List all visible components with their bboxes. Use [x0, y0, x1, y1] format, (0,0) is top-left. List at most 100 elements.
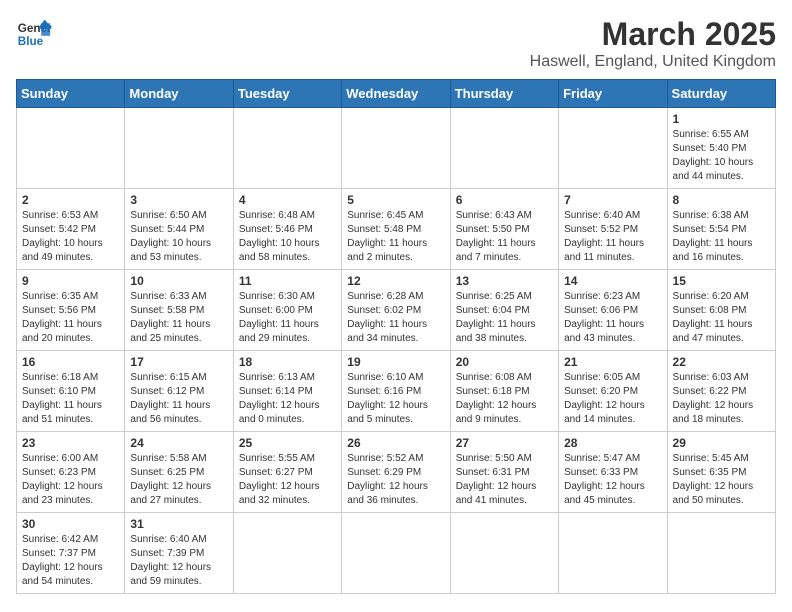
day-info: Sunrise: 6:48 AM Sunset: 5:46 PM Dayligh…	[239, 209, 336, 265]
day-info: Sunrise: 6:03 AM Sunset: 6:22 PM Dayligh…	[673, 371, 770, 427]
calendar-day-cell: 18 Sunrise: 6:13 AM Sunset: 6:14 PM Dayli…	[233, 351, 341, 432]
day-number: 27	[456, 436, 553, 450]
day-number: 4	[239, 193, 336, 207]
day-number: 26	[347, 436, 444, 450]
day-number: 10	[130, 274, 227, 288]
day-info: Sunrise: 5:55 AM Sunset: 6:27 PM Dayligh…	[239, 452, 336, 508]
calendar-day-cell: 31Sunrise: 6:40 AM Sunset: 7:39 PM Dayli…	[125, 513, 233, 594]
calendar-day-cell	[233, 108, 341, 189]
day-info: Sunrise: 6:20 AM Sunset: 6:08 PM Dayligh…	[673, 290, 770, 346]
day-info: Sunrise: 6:10 AM Sunset: 6:16 PM Dayligh…	[347, 371, 444, 427]
day-info: Sunrise: 6:30 AM Sunset: 6:00 PM Dayligh…	[239, 290, 336, 346]
day-info: Sunrise: 6:28 AM Sunset: 6:02 PM Dayligh…	[347, 290, 444, 346]
calendar-day-cell: 5 Sunrise: 6:45 AM Sunset: 5:48 PM Daylig…	[342, 189, 450, 270]
day-number: 14	[564, 274, 661, 288]
day-info: Sunrise: 5:58 AM Sunset: 6:25 PM Dayligh…	[130, 452, 227, 508]
day-info: Sunrise: 5:52 AM Sunset: 6:29 PM Dayligh…	[347, 452, 444, 508]
day-number: 9	[22, 274, 119, 288]
day-info: Sunrise: 6:25 AM Sunset: 6:04 PM Dayligh…	[456, 290, 553, 346]
calendar-day-cell: 24 Sunrise: 5:58 AM Sunset: 6:25 PM Dayli…	[125, 432, 233, 513]
page-header: General Blue March 2025 Haswell, England…	[16, 16, 776, 71]
calendar-table: SundayMondayTuesdayWednesdayThursdayFrid…	[16, 79, 776, 594]
calendar-day-cell: 15Sunrise: 6:20 AM Sunset: 6:08 PM Dayli…	[667, 270, 775, 351]
weekday-header-row: SundayMondayTuesdayWednesdayThursdayFrid…	[17, 80, 776, 108]
day-number: 1	[673, 112, 770, 126]
day-info: Sunrise: 6:13 AM Sunset: 6:14 PM Dayligh…	[239, 371, 336, 427]
calendar-day-cell: 23 Sunrise: 6:00 AM Sunset: 6:23 PM Dayli…	[17, 432, 125, 513]
calendar-day-cell	[233, 513, 341, 594]
logo: General Blue	[16, 16, 52, 52]
day-info: Sunrise: 6:40 AM Sunset: 7:39 PM Dayligh…	[130, 533, 227, 589]
calendar-day-cell: 2Sunrise: 6:53 AM Sunset: 5:42 PM Daylig…	[17, 189, 125, 270]
day-number: 28	[564, 436, 661, 450]
day-info: Sunrise: 6:50 AM Sunset: 5:44 PM Dayligh…	[130, 209, 227, 265]
day-info: Sunrise: 6:55 AM Sunset: 5:40 PM Dayligh…	[673, 128, 770, 184]
calendar-day-cell	[667, 513, 775, 594]
calendar-day-cell: 16 Sunrise: 6:18 AM Sunset: 6:10 PM Dayli…	[17, 351, 125, 432]
day-number: 20	[456, 355, 553, 369]
day-info: Sunrise: 6:05 AM Sunset: 6:20 PM Dayligh…	[564, 371, 661, 427]
day-info: Sunrise: 6:45 AM Sunset: 5:48 PM Dayligh…	[347, 209, 444, 265]
day-number: 12	[347, 274, 444, 288]
day-number: 11	[239, 274, 336, 288]
day-number: 5	[347, 193, 444, 207]
calendar-day-cell	[17, 108, 125, 189]
calendar-day-cell: 19Sunrise: 6:10 AM Sunset: 6:16 PM Dayli…	[342, 351, 450, 432]
day-number: 2	[22, 193, 119, 207]
calendar-day-cell: 28Sunrise: 5:47 AM Sunset: 6:33 PM Dayli…	[559, 432, 667, 513]
calendar-day-cell: 8Sunrise: 6:38 AM Sunset: 5:54 PM Daylig…	[667, 189, 775, 270]
day-info: Sunrise: 6:08 AM Sunset: 6:18 PM Dayligh…	[456, 371, 553, 427]
weekday-header: Tuesday	[233, 80, 341, 108]
calendar-day-cell: 30 Sunrise: 6:42 AM Sunset: 7:37 PM Dayli…	[17, 513, 125, 594]
day-info: Sunrise: 5:45 AM Sunset: 6:35 PM Dayligh…	[673, 452, 770, 508]
day-number: 13	[456, 274, 553, 288]
weekday-header: Saturday	[667, 80, 775, 108]
calendar-day-cell	[450, 513, 558, 594]
weekday-header: Sunday	[17, 80, 125, 108]
calendar-day-cell	[559, 513, 667, 594]
logo-icon: General Blue	[16, 16, 52, 52]
svg-text:Blue: Blue	[18, 35, 44, 48]
title-block: March 2025 Haswell, England, United King…	[530, 16, 776, 71]
day-number: 16	[22, 355, 119, 369]
calendar-day-cell: 4 Sunrise: 6:48 AM Sunset: 5:46 PM Daylig…	[233, 189, 341, 270]
calendar-day-cell: 12 Sunrise: 6:28 AM Sunset: 6:02 PM Dayli…	[342, 270, 450, 351]
calendar-day-cell: 14 Sunrise: 6:23 AM Sunset: 6:06 PM Dayli…	[559, 270, 667, 351]
day-number: 22	[673, 355, 770, 369]
calendar-day-cell: 17 Sunrise: 6:15 AM Sunset: 6:12 PM Dayli…	[125, 351, 233, 432]
calendar-week-row: 23 Sunrise: 6:00 AM Sunset: 6:23 PM Dayli…	[17, 432, 776, 513]
calendar-day-cell: 1 Sunrise: 6:55 AM Sunset: 5:40 PM Daylig…	[667, 108, 775, 189]
calendar-day-cell	[125, 108, 233, 189]
calendar-week-row: 1 Sunrise: 6:55 AM Sunset: 5:40 PM Daylig…	[17, 108, 776, 189]
calendar-day-cell: 29Sunrise: 5:45 AM Sunset: 6:35 PM Dayli…	[667, 432, 775, 513]
day-number: 21	[564, 355, 661, 369]
calendar-week-row: 9 Sunrise: 6:35 AM Sunset: 5:56 PM Daylig…	[17, 270, 776, 351]
day-number: 30	[22, 517, 119, 531]
calendar-week-row: 16 Sunrise: 6:18 AM Sunset: 6:10 PM Dayli…	[17, 351, 776, 432]
day-info: Sunrise: 6:23 AM Sunset: 6:06 PM Dayligh…	[564, 290, 661, 346]
day-number: 6	[456, 193, 553, 207]
calendar-day-cell: 22 Sunrise: 6:03 AM Sunset: 6:22 PM Dayli…	[667, 351, 775, 432]
page-subtitle: Haswell, England, United Kingdom	[530, 53, 776, 71]
day-number: 8	[673, 193, 770, 207]
day-info: Sunrise: 6:15 AM Sunset: 6:12 PM Dayligh…	[130, 371, 227, 427]
day-info: Sunrise: 6:35 AM Sunset: 5:56 PM Dayligh…	[22, 290, 119, 346]
calendar-day-cell: 10Sunrise: 6:33 AM Sunset: 5:58 PM Dayli…	[125, 270, 233, 351]
calendar-day-cell: 21 Sunrise: 6:05 AM Sunset: 6:20 PM Dayli…	[559, 351, 667, 432]
weekday-header: Monday	[125, 80, 233, 108]
day-number: 18	[239, 355, 336, 369]
day-number: 3	[130, 193, 227, 207]
day-info: Sunrise: 6:00 AM Sunset: 6:23 PM Dayligh…	[22, 452, 119, 508]
day-info: Sunrise: 6:43 AM Sunset: 5:50 PM Dayligh…	[456, 209, 553, 265]
day-info: Sunrise: 6:18 AM Sunset: 6:10 PM Dayligh…	[22, 371, 119, 427]
day-number: 24	[130, 436, 227, 450]
weekday-header: Wednesday	[342, 80, 450, 108]
calendar-day-cell: 6 Sunrise: 6:43 AM Sunset: 5:50 PM Daylig…	[450, 189, 558, 270]
day-number: 17	[130, 355, 227, 369]
day-number: 25	[239, 436, 336, 450]
day-number: 23	[22, 436, 119, 450]
weekday-header: Thursday	[450, 80, 558, 108]
calendar-day-cell	[342, 108, 450, 189]
day-info: Sunrise: 6:42 AM Sunset: 7:37 PM Dayligh…	[22, 533, 119, 589]
calendar-day-cell	[342, 513, 450, 594]
